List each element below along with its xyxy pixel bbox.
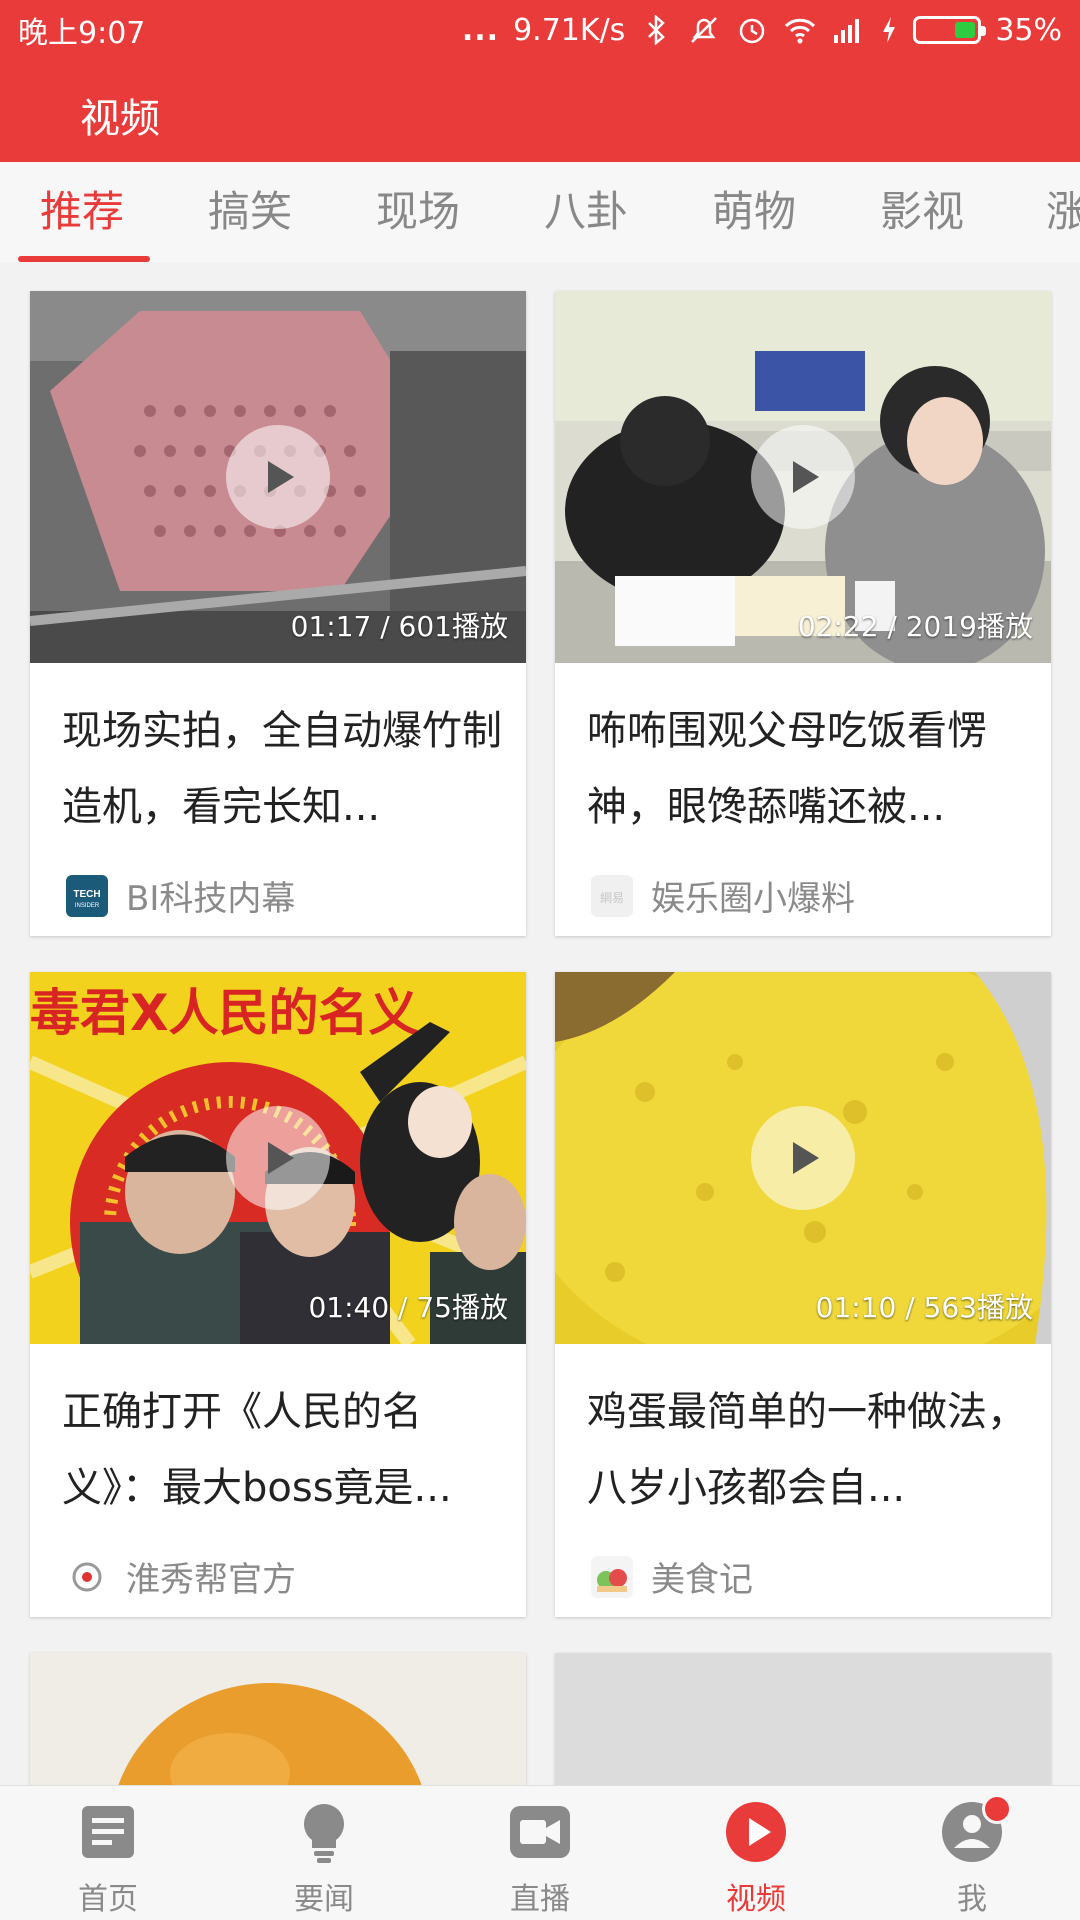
video-source[interactable]: 網易 娱乐圈小爆料 bbox=[591, 871, 855, 920]
battery-percent: 35% bbox=[995, 12, 1062, 48]
video-thumbnail[interactable]: 01:10 / 563播放 bbox=[555, 972, 1051, 1344]
battery-icon bbox=[913, 16, 987, 44]
page-title: 视频 bbox=[80, 96, 160, 142]
video-card[interactable]: 01:17 / 601播放 现场实拍，全自动爆竹制造机，看完长知... TECH… bbox=[30, 291, 526, 936]
screen: 晚上9:07 ... 9.71K/s 35% 视频 推荐 搞笑 现场 八卦 萌物… bbox=[0, 0, 1080, 1920]
nav-video[interactable]: 视频 bbox=[648, 1786, 864, 1920]
play-button[interactable] bbox=[751, 1106, 855, 1210]
video-source[interactable]: 淮秀帮官方 bbox=[66, 1552, 296, 1601]
status-more-dots: ... bbox=[461, 12, 500, 48]
video-thumbnail[interactable]: 毒君X人民的名义 01:40 / 75播放 bbox=[30, 972, 526, 1344]
tab-more[interactable]: 涨 bbox=[1046, 186, 1080, 246]
play-icon bbox=[793, 1142, 819, 1174]
lightbulb-icon bbox=[304, 1804, 344, 1863]
nav-live[interactable]: 直播 bbox=[432, 1786, 648, 1920]
video-card[interactable]: 01:10 / 563播放 鸡蛋最简单的一种做法，八岁小孩都会自... 美食记 bbox=[555, 972, 1051, 1617]
play-icon bbox=[268, 461, 294, 493]
video-thumbnail[interactable]: 01:17 / 601播放 bbox=[30, 291, 526, 663]
play-icon bbox=[268, 1142, 294, 1174]
nav-label: 视频 bbox=[726, 1882, 786, 1917]
nav-label: 首页 bbox=[78, 1882, 138, 1917]
svg-text:TECH: TECH bbox=[73, 889, 100, 900]
nav-label: 我 bbox=[957, 1882, 987, 1917]
video-thumbnail[interactable]: 02:22 / 2019播放 bbox=[555, 291, 1051, 663]
meishiji-logo bbox=[591, 1555, 633, 1598]
nav-label: 要闻 bbox=[294, 1882, 354, 1917]
tab-recommend[interactable]: 推荐 bbox=[40, 186, 124, 246]
video-title[interactable]: 鸡蛋最简单的一种做法，八岁小孩都会自... bbox=[587, 1374, 1027, 1526]
source-name: 淮秀帮官方 bbox=[126, 1560, 296, 1600]
status-time: 晚上9:07 bbox=[18, 16, 146, 51]
nav-home[interactable]: 首页 bbox=[0, 1786, 216, 1920]
play-button[interactable] bbox=[751, 425, 855, 529]
wifi-icon bbox=[783, 15, 817, 45]
tab-funny[interactable]: 搞笑 bbox=[208, 186, 292, 246]
nav-me-icon-wrap bbox=[940, 1794, 1012, 1864]
bluetooth-icon bbox=[639, 14, 673, 46]
tab-gossip[interactable]: 八卦 bbox=[544, 186, 628, 246]
signal-icon bbox=[831, 15, 865, 45]
status-bar: 晚上9:07 ... 9.71K/s 35% bbox=[0, 0, 1080, 60]
video-source[interactable]: 美食记 bbox=[591, 1552, 753, 1601]
notification-badge bbox=[982, 1794, 1012, 1824]
source-name: 美食记 bbox=[651, 1560, 753, 1600]
source-name: 娱乐圈小爆料 bbox=[651, 879, 855, 919]
source-name: BI科技内幕 bbox=[126, 879, 296, 919]
huaixiubang-logo bbox=[66, 1555, 108, 1598]
news-icon bbox=[82, 1806, 134, 1858]
charging-icon bbox=[879, 15, 899, 45]
battery-fill bbox=[955, 22, 976, 38]
category-tabs: 推荐 搞笑 现场 八卦 萌物 影视 涨 bbox=[0, 162, 1080, 262]
video-duration-views: 02:22 / 2019播放 bbox=[797, 610, 1033, 643]
video-source[interactable]: TECH INSIDER BI科技内幕 bbox=[66, 871, 295, 920]
mute-icon bbox=[687, 15, 721, 45]
app-header: 视频 bbox=[0, 60, 1080, 162]
play-icon bbox=[793, 461, 819, 493]
video-title[interactable]: 正确打开《人民的名义》：最大boss竟是... bbox=[62, 1374, 502, 1526]
tab-scene[interactable]: 现场 bbox=[376, 186, 460, 246]
svg-text:INSIDER: INSIDER bbox=[75, 903, 100, 909]
play-button[interactable] bbox=[226, 425, 330, 529]
tab-film[interactable]: 影视 bbox=[880, 186, 964, 246]
video-title[interactable]: 现场实拍，全自动爆竹制造机，看完长知... bbox=[62, 693, 502, 845]
video-card[interactable]: 毒君X人民的名义 01:40 / 75播放 正确打开《人民的名义》：最大boss… bbox=[30, 972, 526, 1617]
play-circle-icon bbox=[726, 1802, 786, 1862]
svg-text:毒君X人民的名义: 毒君X人民的名义 bbox=[30, 984, 419, 1042]
video-duration-views: 01:17 / 601播放 bbox=[290, 610, 508, 643]
nav-me[interactable]: 我 bbox=[864, 1786, 1080, 1920]
svg-text:網易: 網易 bbox=[600, 891, 624, 905]
bottom-nav: 首页 要闻 直播 视频 我 bbox=[0, 1785, 1080, 1920]
video-title[interactable]: 咘咘围观父母吃饭看愣神，眼馋舔嘴还被... bbox=[587, 693, 1027, 845]
video-duration-views: 01:40 / 75播放 bbox=[308, 1291, 508, 1324]
status-icons: ... 9.71K/s 35% bbox=[462, 13, 1062, 48]
netease-logo: 網易 bbox=[591, 874, 633, 917]
tech-insider-logo: TECH INSIDER bbox=[66, 874, 108, 917]
active-tab-indicator bbox=[18, 256, 150, 262]
video-duration-views: 01:10 / 563播放 bbox=[815, 1291, 1033, 1324]
tab-cute[interactable]: 萌物 bbox=[712, 186, 796, 246]
network-speed: 9.71K/s bbox=[513, 12, 626, 48]
nav-headlines[interactable]: 要闻 bbox=[216, 1786, 432, 1920]
nav-label: 直播 bbox=[510, 1882, 570, 1917]
alarm-icon bbox=[735, 15, 769, 45]
play-button[interactable] bbox=[226, 1106, 330, 1210]
video-card[interactable]: 02:22 / 2019播放 咘咘围观父母吃饭看愣神，眼馋舔嘴还被... 網易 … bbox=[555, 291, 1051, 936]
video-camera-icon bbox=[510, 1806, 570, 1858]
